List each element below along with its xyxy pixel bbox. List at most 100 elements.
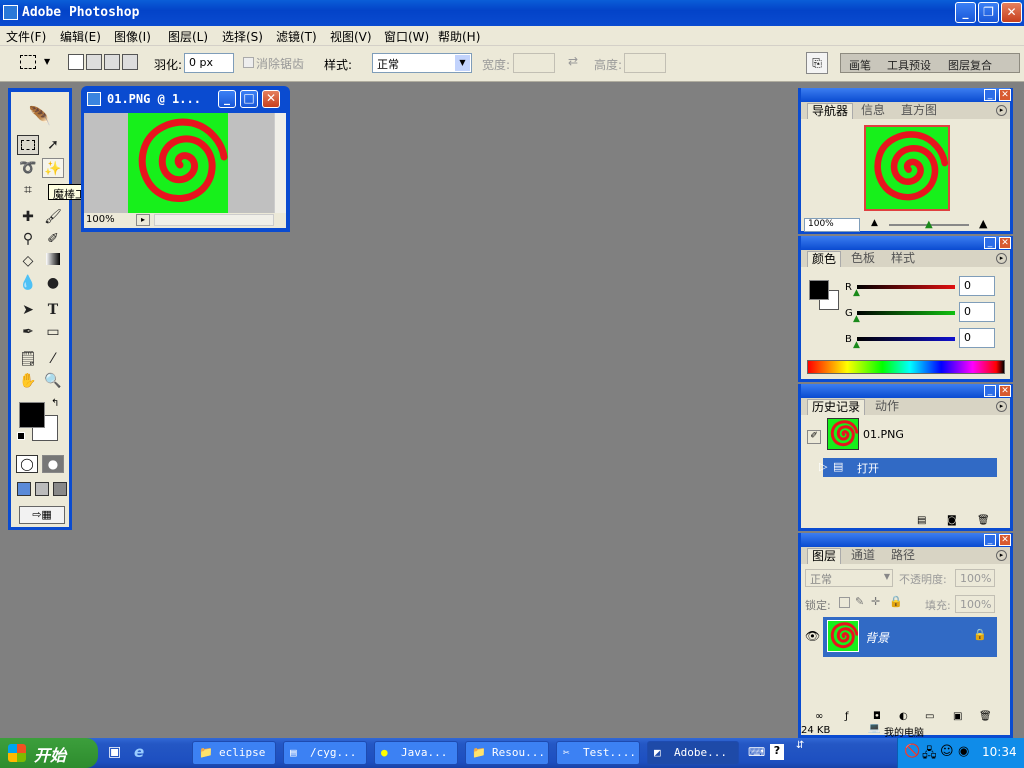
tab-color[interactable]: 颜色 [807, 251, 842, 267]
style-select[interactable]: 正常 ▼ [372, 53, 472, 73]
menu-edit[interactable]: 编辑(E) [60, 28, 101, 45]
default-colors-icon[interactable] [17, 432, 25, 440]
dropdown-arrow-icon[interactable]: ▼ [44, 57, 50, 66]
layer-visibility-eye-icon[interactable]: 👁 [805, 629, 820, 643]
zoom-in-icon[interactable]: ▲ [979, 217, 987, 230]
zoom-tool-icon[interactable]: 🔍 [42, 371, 64, 391]
lock-image-icon[interactable]: ✎ [855, 595, 864, 608]
path-selection-icon[interactable]: ➤ [17, 300, 39, 320]
layer-row[interactable]: 背景 🔒 [823, 617, 997, 657]
slider-thumb-icon[interactable]: ▲ [853, 314, 860, 324]
eraser-tool-icon[interactable]: ◇ [17, 251, 39, 271]
tab-actions[interactable]: 动作 [871, 399, 903, 415]
start-button[interactable]: 开始 [0, 738, 98, 768]
gradient-tool-icon[interactable] [42, 251, 64, 271]
doc-maximize-button[interactable]: □ [240, 90, 258, 108]
lock-all-icon[interactable]: 🔒 [889, 595, 903, 608]
menu-view[interactable]: 视图(V) [330, 28, 372, 45]
red-channel-input[interactable]: 0 [959, 276, 995, 296]
menu-select[interactable]: 选择(S) [222, 28, 263, 45]
doc-horizontal-scrollbar[interactable] [154, 214, 274, 226]
crop-tool-icon[interactable]: ⌗ [17, 180, 39, 200]
lock-position-icon[interactable]: ✛ [871, 595, 880, 608]
tab-history[interactable]: 历史记录 [807, 399, 866, 415]
panel-close-button[interactable]: ✕ [999, 237, 1011, 249]
type-tool-icon[interactable]: T [42, 300, 64, 320]
blur-tool-icon[interactable]: 💧 [17, 273, 39, 293]
brush-tool-icon[interactable]: 🖌 [42, 207, 64, 227]
pen-tool-icon[interactable]: ✒ [17, 322, 39, 342]
jump-to-imageready-icon[interactable]: ⇨▦ [19, 506, 65, 524]
feather-input[interactable]: 0 px [184, 53, 234, 73]
notes-tool-icon[interactable]: 🗒 [17, 349, 39, 369]
tab-styles[interactable]: 样式 [887, 251, 919, 267]
tab-navigator[interactable]: 导航器 [807, 103, 854, 119]
language-bar-icon[interactable]: ⇵ [796, 740, 804, 751]
snapshot-thumbnail[interactable] [827, 418, 859, 450]
well-tab-tool-presets[interactable]: 工具预设 [887, 57, 931, 73]
file-browser-icon[interactable]: ⎘ [806, 52, 828, 74]
doc-zoom-value[interactable]: 100% [86, 214, 115, 225]
blue-channel-slider[interactable] [857, 337, 955, 341]
history-brush-source-icon[interactable]: ✐ [807, 430, 821, 444]
lock-transparency-icon[interactable] [839, 597, 850, 608]
restore-button[interactable]: ❐ [978, 2, 999, 23]
lasso-tool-icon[interactable]: ➰ [17, 158, 39, 178]
panel-close-button[interactable]: ✕ [999, 385, 1011, 397]
clone-stamp-icon[interactable]: ⚲ [17, 229, 39, 249]
tab-paths[interactable]: 路径 [887, 548, 919, 564]
trash-icon[interactable]: 🗑 [977, 515, 990, 526]
panel-menu-icon[interactable]: ▸ [996, 253, 1007, 264]
menu-file[interactable]: 文件(F) [6, 28, 46, 45]
layer-style-icon[interactable]: ƒ [845, 711, 849, 722]
add-to-selection-icon[interactable] [86, 54, 102, 70]
slider-thumb-icon[interactable]: ▲ [853, 288, 860, 298]
intersect-selection-icon[interactable] [122, 54, 138, 70]
new-document-from-state-icon[interactable]: ▤ [917, 515, 926, 526]
history-brush-icon[interactable]: ✐ [42, 229, 64, 249]
well-tab-layer-comps[interactable]: 图层复合 [948, 57, 992, 73]
panel-minimize-button[interactable]: _ [984, 89, 996, 101]
doc-vertical-scrollbar[interactable] [274, 113, 286, 213]
tab-swatches[interactable]: 色板 [847, 251, 879, 267]
new-group-icon[interactable]: ▭ [925, 711, 934, 722]
document-image[interactable] [127, 113, 229, 213]
new-layer-icon[interactable]: ▣ [953, 711, 962, 722]
shape-tool-icon[interactable]: ▭ [42, 322, 64, 342]
full-screen-menu-icon[interactable] [35, 482, 49, 496]
quick-mask-icon[interactable]: ● [42, 455, 64, 473]
menu-layer[interactable]: 图层(L) [168, 28, 208, 45]
subtract-selection-icon[interactable] [104, 54, 120, 70]
panel-minimize-button[interactable]: _ [984, 385, 996, 397]
foreground-color-swatch[interactable] [19, 402, 45, 428]
slider-thumb-icon[interactable]: ▲ [853, 340, 860, 350]
magic-wand-icon[interactable]: ✨ [42, 158, 64, 178]
well-tab-brushes[interactable]: 画笔 [849, 57, 871, 73]
green-channel-input[interactable]: 0 [959, 302, 995, 322]
quick-launch-desktop-icon[interactable]: ▣ [108, 744, 121, 760]
tab-histogram[interactable]: 直方图 [897, 103, 941, 119]
new-selection-icon[interactable] [68, 54, 84, 70]
full-screen-icon[interactable] [53, 482, 67, 496]
menu-filter[interactable]: 滤镜(T) [276, 28, 317, 45]
marquee-preset-icon[interactable] [20, 55, 36, 69]
standard-screen-icon[interactable] [17, 482, 31, 496]
hand-tool-icon[interactable]: ✋ [17, 371, 39, 391]
minimize-button[interactable]: _ [955, 2, 976, 23]
antialias-checkbox[interactable] [243, 57, 254, 68]
move-tool-icon[interactable]: ➚ [42, 135, 64, 155]
task-cygwin[interactable]: ▤ /cyg... [283, 741, 367, 765]
tray-network-icon[interactable]: 🖧 [922, 744, 937, 766]
adjustment-layer-icon[interactable]: ◐ [899, 711, 908, 722]
task-resources[interactable]: 📁 Resou... [465, 741, 549, 765]
panel-menu-icon[interactable]: ▸ [996, 401, 1007, 412]
tray-volume-icon[interactable]: ◉ [958, 744, 969, 759]
trash-icon[interactable]: 🗑 [979, 711, 992, 722]
panel-minimize-button[interactable]: _ [984, 534, 996, 546]
menu-image[interactable]: 图像(I) [114, 28, 151, 45]
slider-thumb-icon[interactable]: ▲ [925, 219, 933, 230]
swap-colors-icon[interactable]: ↰ [51, 398, 59, 409]
color-spectrum-bar[interactable] [807, 360, 1005, 374]
green-channel-slider[interactable] [857, 311, 955, 315]
rectangular-marquee-icon[interactable] [17, 135, 39, 155]
